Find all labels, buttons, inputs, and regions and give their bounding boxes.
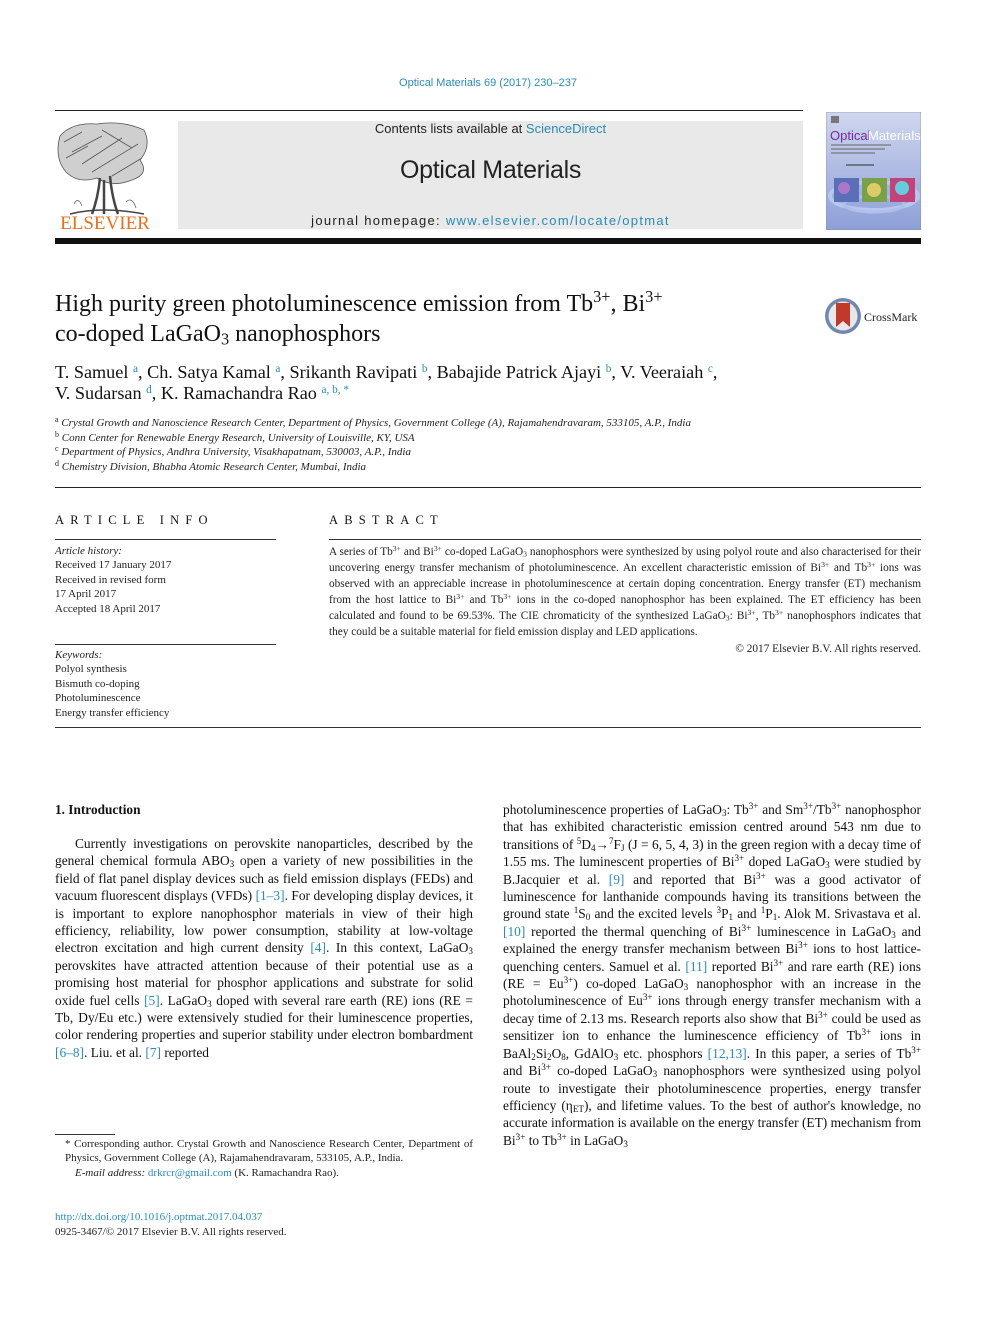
abstract-text: A series of Tb3+ and Bi3+ co-doped LaGaO…	[329, 544, 921, 657]
email-link[interactable]: drkrcr@gmail.com	[148, 1167, 232, 1179]
author[interactable]: T. Samuel a	[55, 362, 138, 382]
citation-link[interactable]: [11]	[685, 959, 707, 974]
journal-homepage-link[interactable]: www.elsevier.com/locate/optmat	[446, 213, 670, 228]
keyword-item: Energy transfer efficiency	[55, 706, 170, 719]
journal-cover-image[interactable]: Optical Materials	[825, 111, 922, 231]
abstract-copyright: © 2017 Elsevier B.V. All rights reserved…	[735, 642, 921, 655]
corresponding-author-note: * Corresponding author. Crystal Growth a…	[65, 1138, 473, 1165]
journal-name: Optical Materials	[399, 156, 582, 184]
author[interactable]: Srikanth Ravipati b	[289, 362, 427, 382]
citation-link[interactable]: [12,13]	[708, 1046, 747, 1061]
article-title: High purity green photoluminescence emis…	[55, 287, 815, 349]
crossmark-badge[interactable]: CrossMark	[824, 296, 924, 336]
contents-prefix: Contents lists available at	[374, 121, 526, 136]
section-heading-introduction: 1. Introduction	[55, 802, 141, 817]
journal-citation-link[interactable]: Optical Materials 69 (2017) 230–237	[0, 77, 976, 89]
keyword-item: Bismuth co-doping	[55, 677, 140, 690]
citation-link[interactable]: [1–3]	[256, 888, 285, 903]
citation-link[interactable]: [10]	[503, 924, 525, 939]
elsevier-logo[interactable]: ELSEVIER	[52, 118, 158, 234]
keyword-item: Photoluminescence	[55, 692, 141, 705]
keywords-label: Keywords:	[55, 649, 103, 661]
title-subscript: 3	[220, 329, 230, 349]
paragraph: photoluminescence properties of LaGaO3: …	[503, 801, 922, 1149]
author-list: T. Samuel a, Ch. Satya Kamal a, Srikanth…	[55, 362, 718, 403]
title-text: High purity green photoluminescence emis…	[55, 291, 594, 317]
sciencedirect-link[interactable]: ScienceDirect	[526, 121, 606, 136]
author[interactable]: Ch. Satya Kamal a	[147, 362, 280, 382]
affiliation-item: b Conn Center for Renewable Energy Resea…	[55, 429, 415, 444]
email-line: E-mail address: drkrcr@gmail.com (K. Ram…	[55, 1166, 473, 1180]
author[interactable]: V. Veeraiah c	[620, 362, 713, 382]
author[interactable]: K. Ramachandra Rao a, b, *	[161, 383, 349, 403]
contents-line: Contents lists available at ScienceDirec…	[178, 121, 803, 136]
elsevier-tree-icon: ELSEVIER	[57, 122, 150, 234]
journal-cover-icon: Optical Materials	[825, 111, 922, 231]
abstract-rule	[329, 539, 921, 540]
email-owner: (K. Ramachandra Rao).	[231, 1166, 339, 1179]
affiliation-item: a Crystal Growth and Nanoscience Researc…	[55, 415, 691, 430]
header-rule	[55, 110, 803, 111]
corresponding-author-footnote: * Corresponding author. Crystal Growth a…	[55, 1137, 473, 1180]
affiliation-marker: a, b, *	[321, 383, 349, 396]
citation-link[interactable]: [5]	[144, 993, 160, 1008]
header-thick-rule	[55, 238, 921, 244]
title-text: , Bi	[610, 291, 646, 317]
history-item: Accepted 18 April 2017	[55, 602, 161, 615]
citation-link[interactable]: [9]	[609, 872, 625, 887]
citation-link[interactable]: [6–8]	[55, 1045, 84, 1060]
title-text: nanophosphors	[229, 321, 381, 347]
article-info-rule	[55, 539, 276, 540]
affiliation-item: d Chemistry Division, Bhabha Atomic Rese…	[55, 458, 367, 473]
abstract-heading: ABSTRACT	[329, 513, 444, 527]
title-superscript: 3+	[645, 287, 663, 307]
article-info-rule	[55, 644, 276, 645]
title-superscript: 3+	[593, 287, 611, 307]
section-rule	[55, 727, 921, 728]
issn-copyright: 0925-3467/© 2017 Elsevier B.V. All right…	[55, 1226, 287, 1238]
article-history: Article history: Received 17 January 201…	[55, 544, 280, 616]
email-label: E-mail address:	[75, 1166, 148, 1179]
journal-homepage-line: journal homepage: www.elsevier.com/locat…	[178, 213, 803, 228]
citation-link[interactable]: [4]	[310, 940, 326, 955]
keyword-item: Polyol synthesis	[55, 663, 127, 676]
crossmark-icon: CrossMark	[825, 298, 917, 334]
history-item: Received in revised form	[55, 573, 166, 586]
title-text: co-doped LaGaO	[55, 321, 221, 347]
homepage-prefix: journal homepage:	[311, 213, 446, 228]
history-item: Received 17 January 2017	[55, 559, 172, 572]
keywords: Keywords: Polyol synthesis Bismuth co-do…	[55, 648, 280, 720]
article-history-label: Article history:	[55, 545, 122, 557]
history-item: 17 April 2017	[55, 588, 117, 601]
body-column-right: photoluminescence properties of LaGaO3: …	[503, 801, 921, 1149]
cover-title-optical: Optical	[830, 128, 871, 143]
affiliation-item: c Department of Physics, Andhra Universi…	[55, 444, 411, 459]
paragraph: Currently investigations on perovskite n…	[55, 836, 473, 1060]
section-rule	[55, 487, 921, 488]
article-info-heading: ARTICLE INFO	[55, 513, 214, 527]
body-column-left: Currently investigations on perovskite n…	[55, 835, 473, 1061]
author[interactable]: Babajide Patrick Ajayi b	[437, 362, 612, 382]
cover-title-materials: Materials	[868, 128, 921, 143]
doi-link[interactable]: http://dx.doi.org/10.1016/j.optmat.2017.…	[55, 1211, 262, 1223]
footnote-rule	[55, 1134, 115, 1135]
author[interactable]: V. Sudarsan d	[55, 383, 152, 403]
citation-link[interactable]: [7]	[145, 1045, 161, 1060]
crossmark-label: CrossMark	[864, 310, 917, 324]
elsevier-wordmark: ELSEVIER	[60, 213, 150, 232]
affiliations: a Crystal Growth and Nanoscience Researc…	[55, 416, 935, 474]
